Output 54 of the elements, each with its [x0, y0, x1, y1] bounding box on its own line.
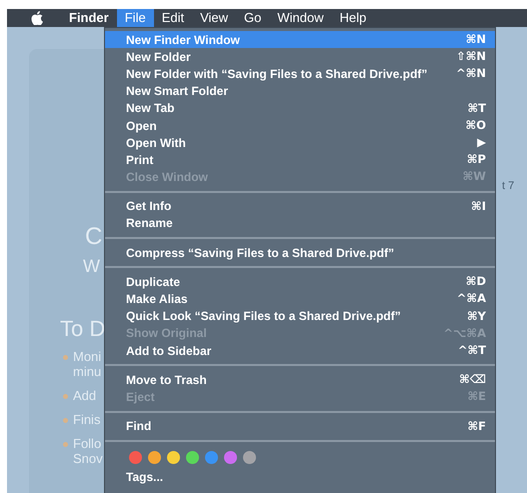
shortcut-text: ⌘F — [467, 418, 486, 435]
bullet-text: Moni — [73, 349, 102, 364]
shortcut-text: ⌘N — [466, 30, 486, 48]
shortcut-text: ^⌘T — [458, 342, 486, 359]
shortcut-text: ⇧⌘N — [456, 48, 486, 66]
menu-item[interactable]: New Folder with “Saving Files to a Shared Drive.pdf” ^⌘N — [105, 65, 495, 83]
shortcut-text: ^⌘N — [456, 65, 486, 82]
bullet-icon — [63, 442, 68, 447]
bullet-text: Follo — [73, 436, 102, 451]
menu-item[interactable]: Duplicate ⌘D — [105, 273, 495, 290]
menu-item[interactable]: Get Info ⌘I — [105, 198, 495, 215]
bullet-text: Snov — [73, 451, 103, 466]
menu-item[interactable]: Tags... — [105, 468, 495, 486]
menu-item[interactable]: Move to Trash ⌘⌫ — [105, 371, 495, 388]
menu-item[interactable]: New Tab ⌘T — [105, 100, 495, 117]
shortcut-text: ^⌘A — [456, 290, 486, 308]
shortcut-text: ⌘T — [467, 100, 486, 117]
bullet-text: Finis — [73, 412, 100, 427]
bullet-text: minu — [73, 364, 102, 379]
shortcut-text: ⌘Y — [467, 308, 486, 325]
shortcut-text: ⌘O — [466, 116, 486, 134]
menu-bar-item[interactable]: Edit — [154, 9, 192, 27]
menu-item[interactable]: Print ⌘P — [105, 151, 495, 168]
heading-fragment: C — [85, 222, 102, 252]
bullet-icon — [63, 394, 68, 399]
shortcut-text: ⌘⌫ — [459, 371, 486, 388]
menu-item[interactable]: Rename — [105, 214, 495, 232]
shortcut-text: ⌘D — [466, 273, 486, 290]
menu-item[interactable]: Make Alias ^⌘A — [105, 290, 495, 308]
shortcut-text: ⌘P — [466, 151, 486, 168]
menu-item[interactable]: Quick Look “Saving Files to a Shared Drive.pdf” ⌘Y — [105, 308, 495, 325]
menu-item[interactable]: New Folder ⇧⌘N — [105, 48, 495, 66]
menu-bar-item[interactable]: View — [192, 9, 236, 27]
bullet-icon — [63, 418, 68, 423]
menu-bar-item[interactable]: Help — [332, 9, 374, 27]
menu-item[interactable]: New Smart Folder — [105, 82, 495, 100]
menu-bar-item[interactable]: Go — [236, 9, 270, 27]
shortcut-text: ⌘I — [471, 198, 486, 215]
heading-fragment: W — [83, 255, 100, 278]
menu-bar-item[interactable]: File — [116, 9, 154, 27]
section-title: To D — [60, 315, 106, 343]
bullet-icon — [63, 355, 68, 360]
app-menu[interactable]: Finder — [61, 9, 117, 27]
menu-item[interactable]: Compress “Saving Files to a Shared Drive.pdf” — [105, 244, 495, 262]
menu-item[interactable]: Open With ▶ — [105, 134, 495, 152]
side-text: t 7 — [502, 179, 514, 194]
menu-bar-item[interactable]: Window — [269, 9, 332, 27]
menu-item[interactable]: New Finder Window ⌘N — [105, 31, 495, 48]
menu-item[interactable]: Add to Sidebar ^⌘T — [105, 342, 495, 360]
menu-item[interactable]: Find ⌘F — [105, 418, 495, 435]
bullet-text: Add — [73, 388, 96, 403]
apple-logo-icon[interactable] — [31, 11, 43, 25]
shortcut-text: ▶ — [477, 134, 486, 152]
menu-item[interactable]: Open ⌘O — [105, 116, 495, 134]
